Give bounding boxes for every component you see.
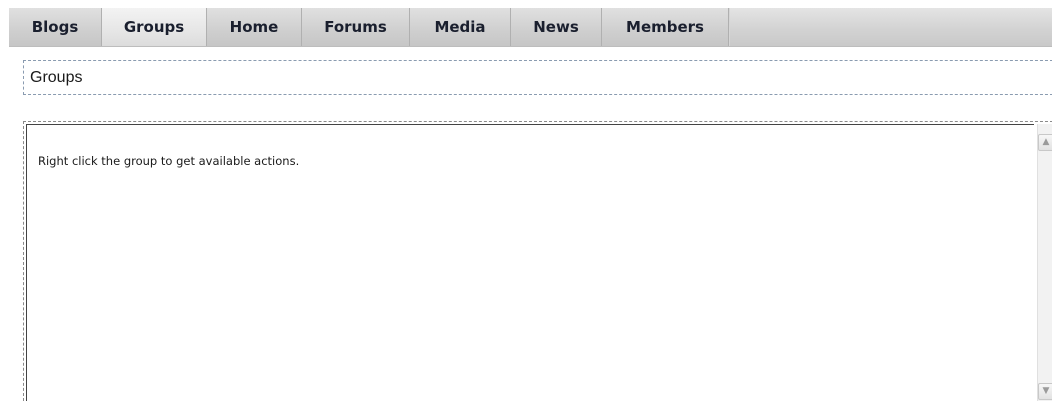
scroll-up-arrow-icon[interactable]: ▲ bbox=[1038, 134, 1052, 151]
tab-home[interactable]: Home bbox=[207, 8, 302, 46]
tab-groups[interactable]: Groups bbox=[102, 8, 207, 46]
tab-news[interactable]: News bbox=[511, 8, 602, 46]
content-panel: Right click the group to get available a… bbox=[23, 121, 1052, 401]
tab-forums[interactable]: Forums bbox=[302, 8, 410, 46]
groups-list-area[interactable]: Right click the group to get available a… bbox=[26, 124, 1034, 401]
tab-members[interactable]: Members bbox=[602, 8, 729, 46]
tabbar-filler bbox=[729, 8, 1052, 46]
scroll-down-arrow-icon[interactable]: ▼ bbox=[1038, 383, 1052, 400]
page-title: Groups bbox=[30, 69, 83, 86]
page-title-box: Groups bbox=[23, 60, 1052, 95]
page: Blogs Groups Home Forums Media News Memb… bbox=[0, 0, 1052, 401]
tab-media[interactable]: Media bbox=[410, 8, 511, 46]
vertical-scrollbar[interactable]: ▲ ▼ bbox=[1037, 124, 1052, 401]
main-nav-tabbar: Blogs Groups Home Forums Media News Memb… bbox=[9, 8, 1052, 47]
instruction-text: Right click the group to get available a… bbox=[38, 154, 300, 168]
tab-blogs[interactable]: Blogs bbox=[9, 8, 102, 46]
